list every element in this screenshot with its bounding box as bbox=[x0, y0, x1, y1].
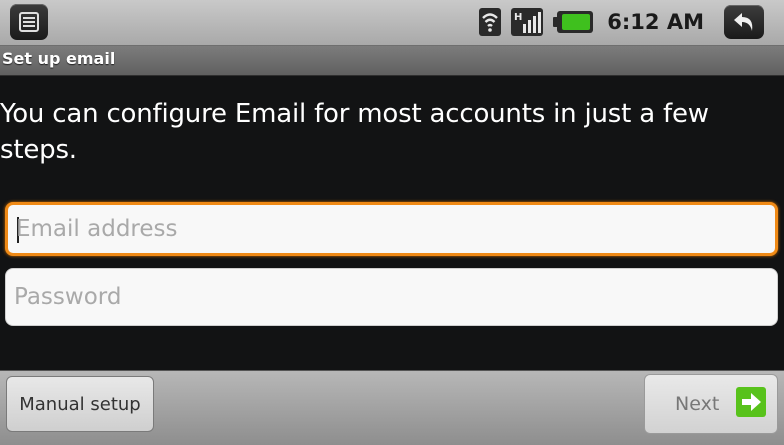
password-input[interactable] bbox=[14, 269, 754, 325]
signal-icon: H bbox=[511, 8, 544, 36]
back-icon bbox=[734, 13, 753, 31]
svg-text:H: H bbox=[514, 12, 522, 23]
email-field[interactable] bbox=[5, 202, 778, 256]
email-input[interactable] bbox=[16, 205, 756, 253]
password-field[interactable] bbox=[5, 268, 778, 326]
back-button[interactable] bbox=[724, 5, 764, 39]
next-button[interactable]: Next bbox=[644, 374, 778, 434]
wifi-icon bbox=[479, 8, 502, 36]
setup-content: You can configure Email for most account… bbox=[0, 76, 784, 370]
page-title: Set up email bbox=[2, 49, 116, 68]
menu-button[interactable] bbox=[10, 4, 48, 40]
arrow-right-icon bbox=[736, 387, 766, 417]
title-bar: Set up email bbox=[0, 46, 784, 76]
intro-text: You can configure Email for most account… bbox=[0, 99, 709, 165]
battery-icon bbox=[553, 10, 594, 34]
status-bar: H 6:12 AM bbox=[0, 0, 784, 46]
clock: 6:12 AM bbox=[607, 10, 704, 34]
menu-icon bbox=[19, 12, 39, 32]
next-button-label: Next bbox=[675, 393, 720, 415]
setup-email-screen: H 6:12 AM Set up email You can configure… bbox=[0, 0, 784, 445]
manual-setup-button[interactable]: Manual setup bbox=[6, 376, 154, 432]
status-icons: H 6:12 AM bbox=[479, 3, 764, 41]
bottom-button-bar: Manual setup Next bbox=[0, 370, 784, 445]
